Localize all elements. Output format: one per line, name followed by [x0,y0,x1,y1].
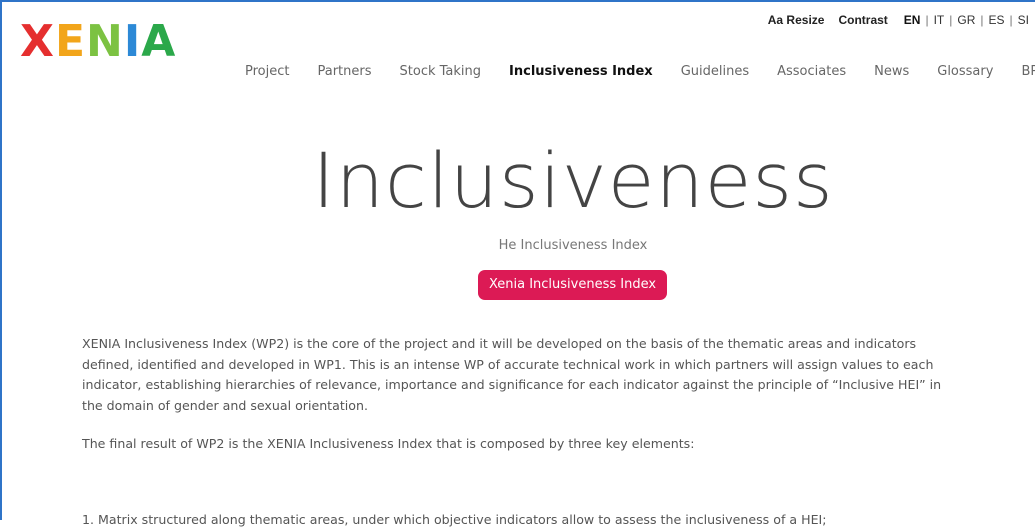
resize-button[interactable]: Aa Resize [768,13,825,27]
nav-partners[interactable]: Partners [317,64,371,79]
contrast-button[interactable]: Contrast [838,13,887,27]
logo-letter: A [141,16,177,67]
result-paragraph: The final result of WP2 is the XENIA Inc… [82,436,695,451]
nav-project[interactable]: Project [245,64,289,79]
language-separator: | [1009,13,1013,27]
logo-letter: X [20,16,55,67]
page-title: Inclusiveness [312,136,834,225]
window-left-border [0,0,2,520]
xenia-logo[interactable]: XENIA [20,19,176,65]
language-separator: | [980,13,984,27]
paragraph-line: defined, identified and developed in WP1… [82,356,934,372]
language-en[interactable]: EN [904,13,921,27]
nav-inclusiveness-index[interactable]: Inclusiveness Index [509,64,653,79]
language-es[interactable]: ES [989,13,1005,27]
nav-news[interactable]: News [874,64,909,79]
xenia-index-button[interactable]: Xenia Inclusiveness Index [478,270,667,300]
logo-letter: I [123,16,142,67]
nav-bp[interactable]: BP [1021,64,1035,79]
utility-bar: Aa Resize Contrast EN | IT | GR | ES | SI [768,13,1029,27]
nav-guidelines[interactable]: Guidelines [681,64,749,79]
paragraph-line: indicator, establishing hierarchies of r… [82,377,942,392]
page-subtitle: He Inclusiveness Index [498,238,648,253]
language-switcher: EN | IT | GR | ES | SI [904,13,1029,27]
language-si[interactable]: SI [1018,13,1029,27]
language-separator: | [949,13,953,27]
paragraph-line: XENIA Inclusiveness Index (WP2) is the c… [82,336,917,351]
logo-letter: N [86,16,124,67]
nav-stock-taking[interactable]: Stock Taking [400,64,482,79]
paragraph-line: the domain of gender and sexual orientat… [82,397,368,413]
nav-associates[interactable]: Associates [777,64,846,79]
language-separator: | [925,13,929,27]
logo-letter: E [54,16,86,67]
main-navigation: Project Partners Stock Taking Inclusiveness… [245,64,1035,79]
intro-paragraph: XENIA Inclusiveness Index (WP2) is the c… [82,334,1035,416]
main-content: XENIA Inclusiveness Index (WP2) is the c… [82,334,1035,473]
language-gr[interactable]: GR [957,13,975,27]
language-it[interactable]: IT [934,13,945,27]
window-top-border [0,0,1035,2]
nav-glossary[interactable]: Glossary [937,64,993,79]
